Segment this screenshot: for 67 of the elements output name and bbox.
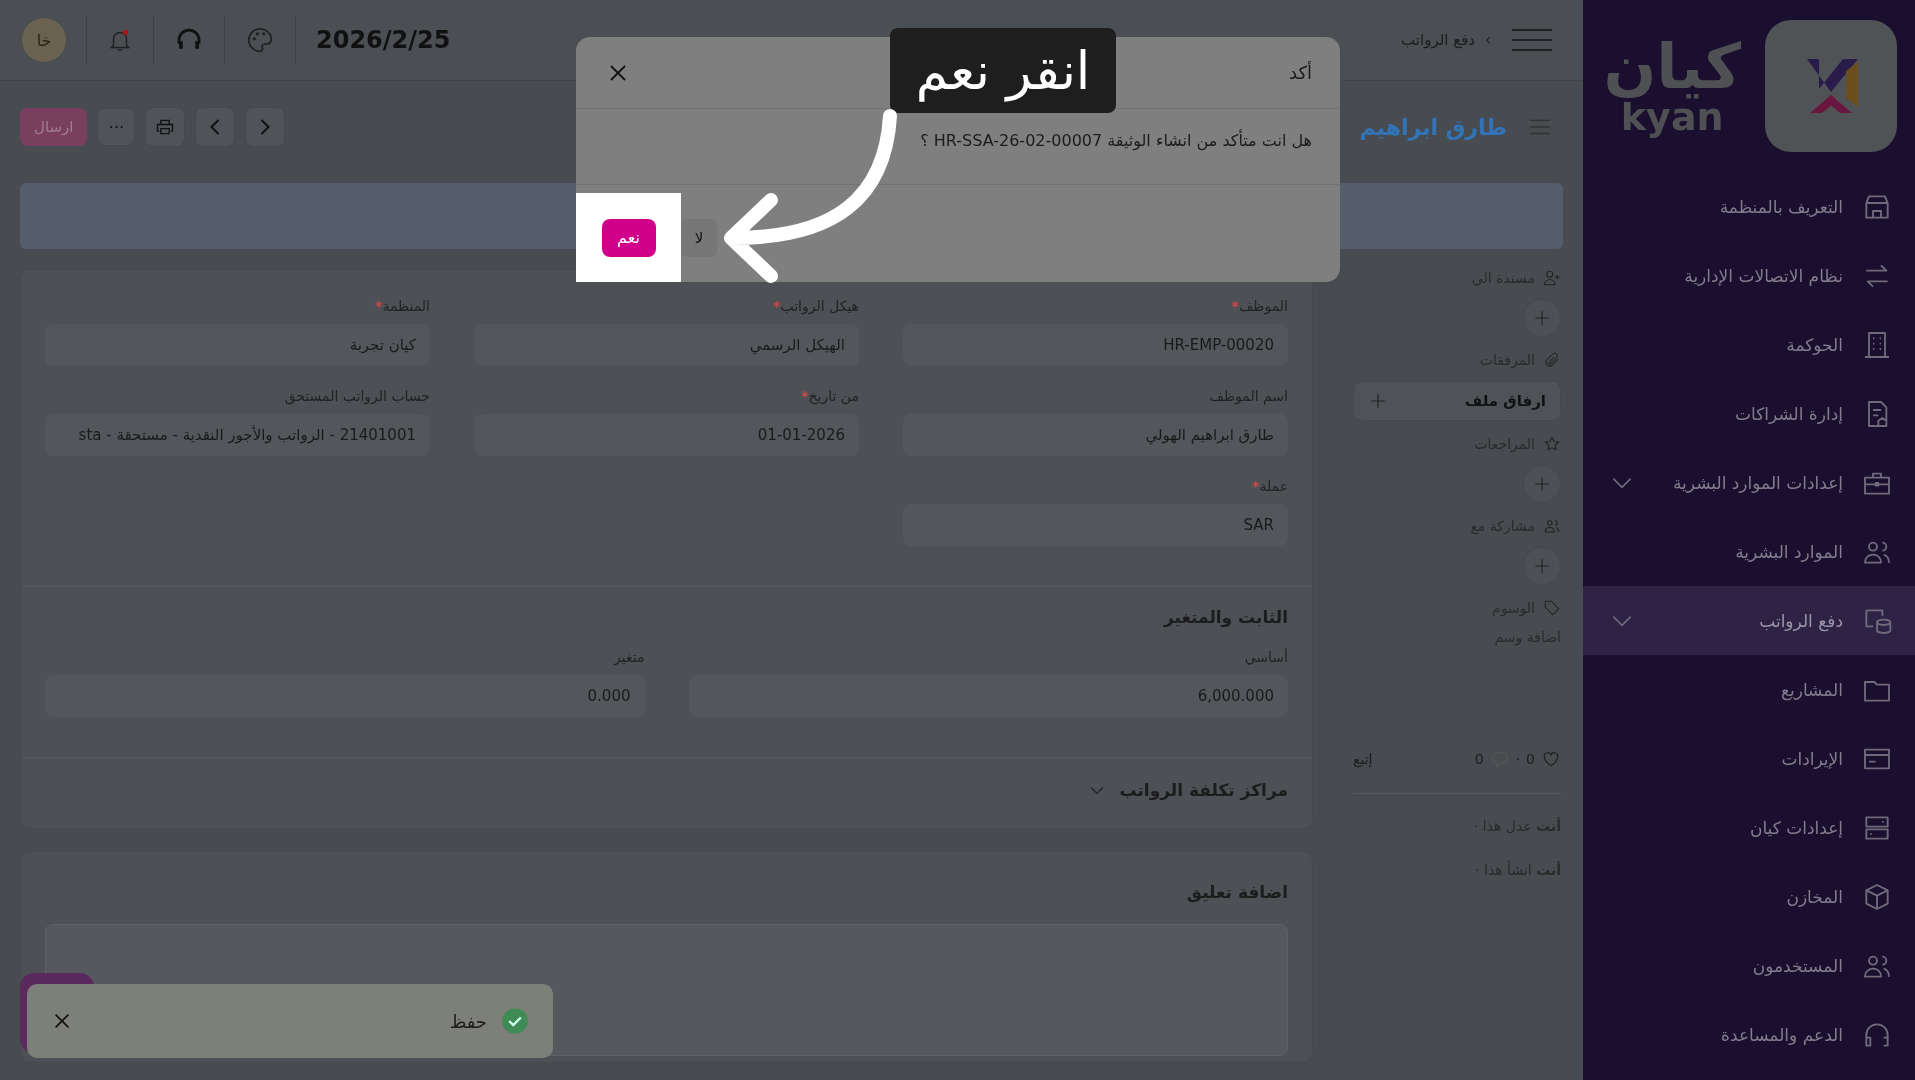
previous-button[interactable] bbox=[245, 107, 286, 147]
user-plus-icon bbox=[1543, 269, 1561, 287]
sidebar-item[interactable]: التعريف بالمنظمة bbox=[1583, 172, 1915, 241]
sidebar-item[interactable]: الحوكمة bbox=[1583, 310, 1915, 379]
chevron-right-icon bbox=[260, 119, 271, 135]
logo-text: كيان bbox=[1603, 36, 1741, 98]
sidebar-item[interactable]: الدعم والمساعدة bbox=[1583, 1000, 1915, 1069]
input-field[interactable]: كيان تجربة bbox=[45, 324, 430, 366]
more-button[interactable]: ··· bbox=[97, 108, 136, 146]
attach-file-button[interactable]: ارفاق ملف bbox=[1353, 381, 1561, 421]
input-field[interactable]: 0.000 bbox=[45, 675, 645, 717]
cancel-button[interactable]: لا bbox=[681, 218, 717, 257]
input-field[interactable]: SAR bbox=[903, 504, 1288, 546]
sidebar-item[interactable]: نظام الاتصالات الإدارية bbox=[1583, 241, 1915, 310]
confirm-button[interactable]: نعم bbox=[601, 218, 656, 257]
printer-icon bbox=[155, 117, 176, 137]
logo-subtitle: kyan bbox=[1620, 98, 1724, 136]
palette-icon[interactable] bbox=[245, 25, 275, 55]
print-button[interactable] bbox=[145, 107, 186, 147]
users-icon bbox=[1543, 517, 1561, 535]
section-heading: اضافة تعليق bbox=[1185, 881, 1289, 905]
input-field[interactable]: طارق ابراهيم الهولي bbox=[903, 414, 1288, 456]
star-icon bbox=[1543, 435, 1561, 453]
sidebar-item[interactable]: الموارد البشرية bbox=[1583, 517, 1915, 586]
add-button[interactable] bbox=[1523, 299, 1561, 337]
page-title: طارق ابراهيم bbox=[1359, 114, 1507, 140]
sidebar-item[interactable]: دفع الرواتب bbox=[1583, 586, 1915, 655]
input-field[interactable]: HR-EMP-00020 bbox=[903, 324, 1288, 366]
logo-icon bbox=[1765, 20, 1897, 152]
user-avatar[interactable]: خا bbox=[22, 18, 66, 62]
plus-icon bbox=[1532, 474, 1552, 494]
sidebar-item[interactable]: المشاريع bbox=[1583, 655, 1915, 724]
sidebar-item[interactable]: الإيرادات bbox=[1583, 724, 1915, 793]
add-button[interactable] bbox=[1523, 547, 1561, 585]
sidebar-item[interactable]: إدارة الشراكات bbox=[1583, 379, 1915, 448]
input-field[interactable]: 01-01-2026 bbox=[474, 414, 859, 456]
plus-icon bbox=[1532, 308, 1552, 328]
paperclip-icon bbox=[1543, 351, 1561, 369]
callout-label: انقر نعم bbox=[890, 28, 1116, 113]
input-field[interactable]: 6,000.000 bbox=[688, 675, 1288, 717]
breadcrumb-link[interactable]: دفع الرواتب bbox=[1401, 31, 1475, 49]
notification-bell-icon[interactable] bbox=[107, 27, 133, 53]
separator-dot: · bbox=[1515, 751, 1521, 767]
submit-button[interactable]: ارسال bbox=[20, 108, 88, 146]
heart-icon[interactable] bbox=[1541, 749, 1561, 769]
input-field[interactable]: 21401001 - الرواتب والأجور النقدية - مستحقة - sta bbox=[45, 414, 430, 456]
section-heading: الثابت والمتغير bbox=[1162, 606, 1289, 630]
add-button[interactable] bbox=[1523, 465, 1561, 503]
date-text: 2026/2/25 bbox=[316, 26, 451, 54]
sidebar-item[interactable]: إعدادات كيان bbox=[1583, 793, 1915, 862]
tag-icon bbox=[1543, 599, 1561, 617]
breadcrumb-separator: › bbox=[1485, 31, 1491, 49]
plus-icon bbox=[1368, 391, 1388, 411]
collapsible-section[interactable]: مراكز تكلفة الرواتب bbox=[21, 768, 1312, 828]
menu-icon[interactable] bbox=[1511, 28, 1553, 52]
sidebar-item[interactable]: المخازن bbox=[1583, 862, 1915, 931]
sidebar-item[interactable]: إعدادات الموارد البشرية bbox=[1583, 448, 1915, 517]
toast-message: حفظ bbox=[449, 1010, 487, 1032]
dialog-title: أكد bbox=[1288, 62, 1312, 84]
chevron-left-icon bbox=[210, 119, 221, 135]
field-label: المنظمة* bbox=[374, 298, 430, 314]
check-circle-icon bbox=[501, 1007, 529, 1035]
field-label: عملة* bbox=[1251, 478, 1288, 494]
input-field[interactable]: الهيكل الرسمي bbox=[474, 324, 859, 366]
next-button[interactable] bbox=[195, 107, 236, 147]
plus-icon bbox=[1532, 556, 1552, 576]
sidebar-item[interactable]: المستخدمون bbox=[1583, 931, 1915, 1000]
